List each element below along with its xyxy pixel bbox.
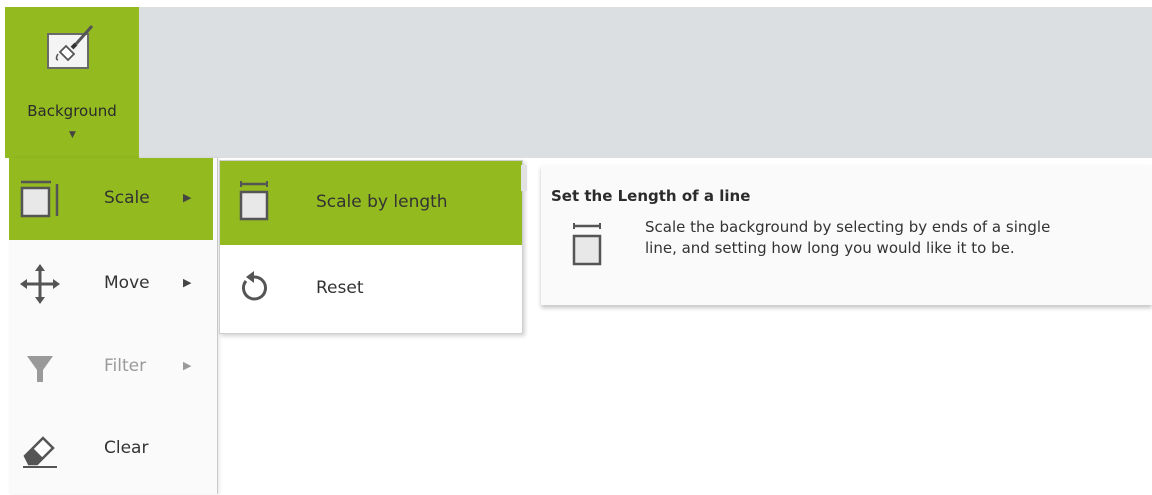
tooltip-title: Set the Length of a line xyxy=(551,187,751,205)
menu-item-clear[interactable]: Clear xyxy=(9,408,213,490)
eraser-icon xyxy=(19,428,61,470)
scale-by-length-icon xyxy=(236,181,272,221)
menu-item-label: Clear xyxy=(104,438,149,458)
paint-bucket-brush-icon xyxy=(42,24,98,74)
submenu-item-scale-by-length[interactable]: Scale by length xyxy=(220,161,522,245)
chevron-right-icon: ▶ xyxy=(183,359,192,372)
menu-item-label: Scale xyxy=(104,188,150,208)
separator xyxy=(521,165,527,191)
background-label: Background xyxy=(27,102,117,120)
tooltip-description-line: line, and setting how long you would lik… xyxy=(645,239,1015,257)
menu-item-label: Filter xyxy=(104,356,147,376)
chevron-down-icon: ▼ xyxy=(69,130,76,140)
chevron-right-icon: ▶ xyxy=(183,191,192,204)
ribbon-bar xyxy=(139,7,1152,158)
scale-submenu: Scale by length Reset xyxy=(219,160,523,334)
submenu-item-reset[interactable]: Reset xyxy=(220,247,522,331)
menu-item-filter: Filter ▶ xyxy=(9,326,213,408)
move-arrows-icon xyxy=(19,263,61,305)
background-button[interactable]: Background ▼ xyxy=(5,7,139,158)
submenu-item-label: Reset xyxy=(316,278,364,298)
menu-item-label: Move xyxy=(104,273,150,293)
tooltip: Set the Length of a line Scale the backg… xyxy=(541,165,1152,305)
tooltip-description: Scale the background by selecting by end… xyxy=(645,217,1145,259)
reset-icon xyxy=(236,267,272,307)
menu-item-move[interactable]: Move ▶ xyxy=(9,243,213,325)
menu-item-scale[interactable]: Scale ▶ xyxy=(9,158,213,240)
submenu-item-label: Scale by length xyxy=(316,192,448,212)
background-menu: Scale ▶ Move ▶ Filter ▶ Clear xyxy=(9,158,218,494)
tooltip-description-line: Scale the background by selecting by end… xyxy=(645,218,1051,236)
scale-icon xyxy=(19,178,61,220)
scale-by-length-icon xyxy=(571,218,603,270)
filter-icon xyxy=(19,346,61,388)
ribbon: Background ▼ xyxy=(0,0,1152,158)
chevron-right-icon: ▶ xyxy=(183,276,192,289)
